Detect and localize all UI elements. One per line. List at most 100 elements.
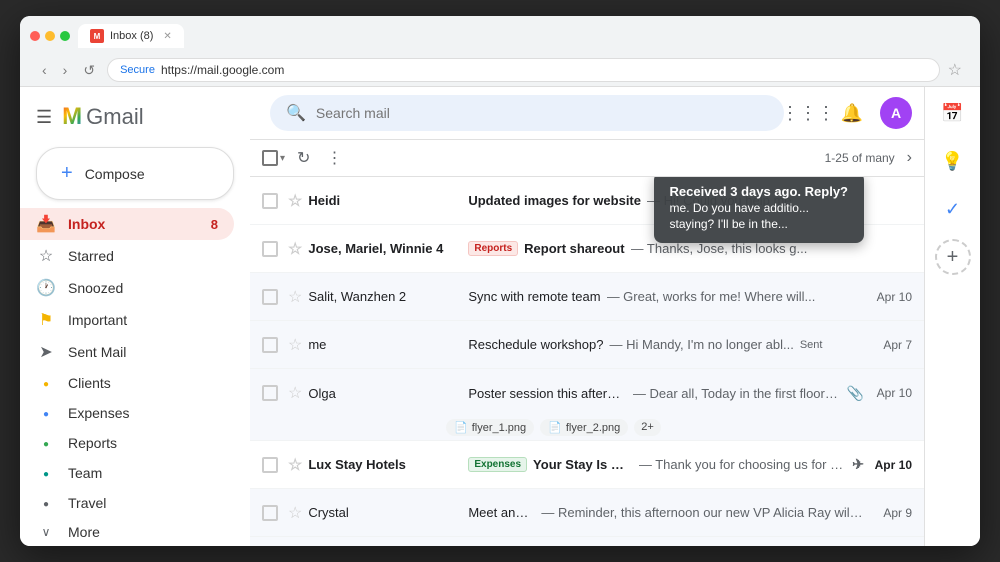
star-icon[interactable]: ☆ <box>288 287 302 307</box>
sidebar-item-expenses[interactable]: ● Expenses <box>20 398 234 428</box>
select-dropdown-chevron[interactable]: ▾ <box>280 153 285 164</box>
travel-label: Travel <box>68 495 218 511</box>
email-content: Expenses Your Stay Is Confirmed — Thank … <box>468 456 864 473</box>
reload-button[interactable]: ↺ <box>79 60 99 81</box>
important-icon: ⚑ <box>36 310 56 330</box>
email-date: Apr 10 <box>872 386 912 400</box>
email-row[interactable]: ☆ Heidi Updated images for website — Hi!… <box>250 177 924 225</box>
select-all-area[interactable]: ▾ <box>262 150 285 166</box>
email-checkbox[interactable] <box>262 457 278 473</box>
chip-label: flyer_2.png <box>566 422 620 434</box>
email-row[interactable]: ☆ Salit, Wanzhen 2 Sync with remote team… <box>250 273 924 321</box>
select-all-checkbox[interactable] <box>262 150 278 166</box>
avatar[interactable]: A <box>880 97 912 129</box>
star-icon[interactable]: ☆ <box>288 383 302 403</box>
browser-chrome: M Inbox (8) ✕ ‹ › ↺ Secure https://mail.… <box>20 16 980 87</box>
maximize-button[interactable] <box>60 31 70 41</box>
secure-indicator: Secure <box>120 64 155 76</box>
snoozed-label: Snoozed <box>68 280 218 296</box>
sidebar-item-inbox[interactable]: 📥 Inbox 8 <box>20 208 234 240</box>
calendar-app-icon[interactable]: 📅 <box>935 95 971 131</box>
email-checkbox[interactable] <box>262 193 278 209</box>
tasks-app-icon[interactable]: ✓ <box>935 191 971 227</box>
more-chips[interactable]: 2+ <box>634 419 661 436</box>
star-icon[interactable]: ☆ <box>288 239 302 259</box>
refresh-button[interactable]: ↻ <box>293 144 314 172</box>
reports-icon: ● <box>36 434 56 452</box>
more-actions-button[interactable]: ⋮ <box>322 144 346 172</box>
sidebar-item-sent[interactable]: ➤ Sent Mail <box>20 336 234 368</box>
email-subject: Your Stay Is Confirmed <box>533 457 633 472</box>
star-icon[interactable]: ☆ <box>288 191 302 211</box>
search-bar[interactable]: 🔍 <box>270 95 784 131</box>
sidebar-item-more[interactable]: ∨ More <box>20 518 234 546</box>
sidebar-item-clients[interactable]: ● Clients <box>20 368 234 398</box>
compose-button[interactable]: + Compose <box>36 147 234 200</box>
email-content: Reports Report shareout — Thanks, Jose, … <box>468 241 864 256</box>
minimize-button[interactable] <box>45 31 55 41</box>
hamburger-menu[interactable]: ☰ <box>36 107 52 128</box>
star-icon[interactable]: ☆ <box>288 503 302 523</box>
starred-label: Starred <box>68 248 218 264</box>
star-icon[interactable]: ☆ <box>288 455 302 475</box>
email-preview: — Hi Mandy, I'm no longer abl... <box>609 337 793 352</box>
back-button[interactable]: ‹ <box>38 60 51 80</box>
email-subject: Poster session this afternoon in lobby <box>468 386 627 401</box>
email-subject: Report shareout <box>524 241 624 256</box>
email-subject: Reschedule workshop? <box>468 337 603 352</box>
reports-label: Reports <box>68 435 218 451</box>
email-row[interactable]: ☆ Chi, me, Patrick 6 Clients Getting err… <box>250 537 924 546</box>
sidebar-item-starred[interactable]: ☆ Starred <box>20 240 234 272</box>
email-subject: Meet and greet <box>468 505 535 520</box>
bookmark-icon[interactable]: ☆ <box>948 60 962 80</box>
compose-label: Compose <box>85 166 145 182</box>
gmail-logo: M Gmail <box>62 103 143 131</box>
sidebar-item-important[interactable]: ⚑ Important <box>20 304 234 336</box>
sidebar-item-reports[interactable]: ● Reports <box>20 428 234 458</box>
sidebar-item-snoozed[interactable]: 🕐 Snoozed <box>20 272 234 304</box>
email-date: Apr 9 <box>872 506 912 520</box>
sent-icon: ➤ <box>36 342 56 362</box>
email-preview: — Reminder, this afternoon our new VP Al… <box>541 505 864 520</box>
attachment-chip[interactable]: 📄 flyer_1.png <box>446 419 534 436</box>
address-bar: ‹ › ↺ Secure https://mail.google.com ☆ <box>30 54 970 86</box>
forward-button[interactable]: › <box>59 60 72 80</box>
next-page-button[interactable]: › <box>907 149 912 167</box>
email-checkbox[interactable] <box>262 337 278 353</box>
email-row[interactable]: ☆ Lux Stay Hotels Expenses Your Stay Is … <box>250 441 924 489</box>
email-date: Apr 10 <box>872 290 912 304</box>
tab-close-button[interactable]: ✕ <box>163 31 171 42</box>
notifications-icon[interactable]: 🔔 <box>836 97 868 129</box>
clients-label: Clients <box>68 375 218 391</box>
keep-app-icon[interactable]: 💡 <box>935 143 971 179</box>
more-icon: ∨ <box>36 525 56 539</box>
email-checkbox[interactable] <box>262 385 278 401</box>
sidebar-item-travel[interactable]: ● Travel <box>20 488 234 518</box>
close-button[interactable] <box>30 31 40 41</box>
attachment-chip[interactable]: 📄 flyer_2.png <box>540 419 628 436</box>
email-date: Apr 10 <box>872 458 912 472</box>
email-checkbox[interactable] <box>262 505 278 521</box>
email-row[interactable]: ☆ Crystal Meet and greet — Reminder, thi… <box>250 489 924 537</box>
right-sidebar: 📅 💡 ✓ + <box>924 87 980 546</box>
email-checkbox[interactable] <box>262 289 278 305</box>
browser-tab[interactable]: M Inbox (8) ✕ <box>78 24 184 48</box>
url-bar[interactable]: Secure https://mail.google.com <box>107 58 940 82</box>
snoozed-icon: 🕐 <box>36 278 56 298</box>
inbox-label: Inbox <box>68 216 199 232</box>
email-sender: Olga <box>308 386 468 401</box>
team-icon: ● <box>36 464 56 482</box>
email-preview: — Thanks, Jose, this looks g... <box>631 241 808 256</box>
sidebar-item-team[interactable]: ● Team <box>20 458 234 488</box>
email-row-group: ☆ Olga Poster session this afternoon in … <box>250 369 924 441</box>
email-date: Apr 7 <box>872 338 912 352</box>
search-input[interactable] <box>316 105 768 121</box>
apps-icon[interactable]: ⋮⋮⋮ <box>792 97 824 129</box>
important-label: Important <box>68 312 218 328</box>
add-app-button[interactable]: + <box>935 239 971 275</box>
star-icon[interactable]: ☆ <box>288 335 302 355</box>
email-checkbox[interactable] <box>262 241 278 257</box>
email-row[interactable]: ☆ Olga Poster session this afternoon in … <box>250 369 924 417</box>
email-row[interactable]: ☆ me Reschedule workshop? — Hi Mandy, I'… <box>250 321 924 369</box>
sidebar-header: ☰ M Gmail <box>20 95 250 143</box>
